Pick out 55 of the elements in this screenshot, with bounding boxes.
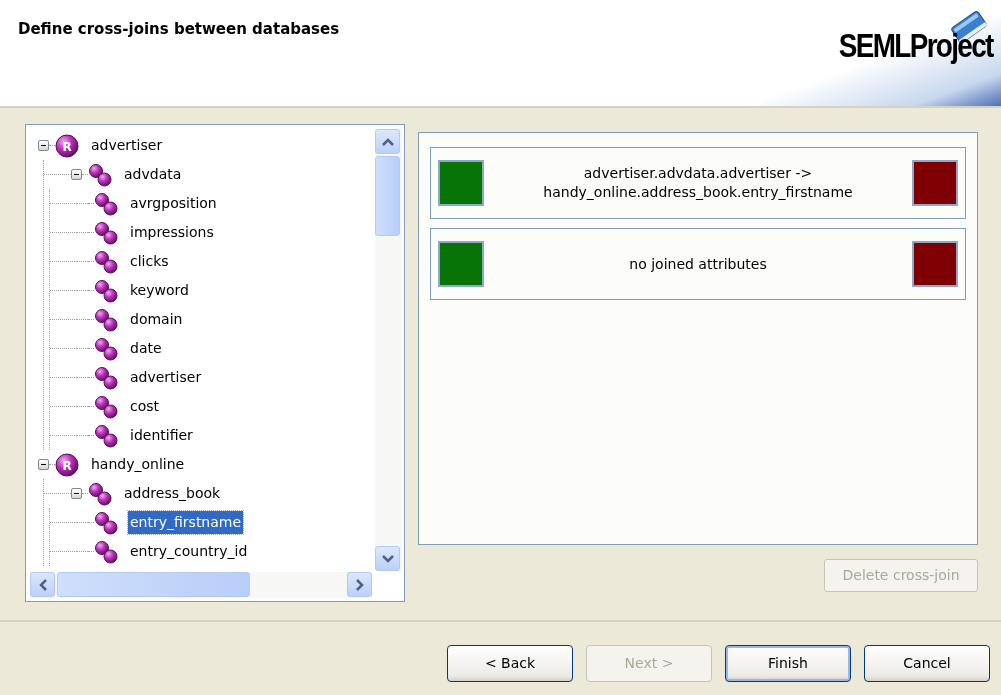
tree-item[interactable]: identifier	[128, 424, 195, 447]
database-icon: R	[55, 452, 79, 477]
scroll-thumb[interactable]	[57, 572, 250, 597]
scroll-thumb[interactable]	[375, 156, 400, 236]
collapse-icon[interactable]	[71, 488, 82, 499]
join-description: no joined attributes	[628, 254, 768, 274]
column-icon	[94, 307, 118, 332]
cross-join-row[interactable]: advertiser.advdata.advertiser -> handy_online.address_book.entry_firstname	[430, 147, 966, 219]
wizard-button[interactable]: Finish	[725, 645, 851, 682]
tree-item[interactable]: handy_online	[89, 453, 187, 476]
scroll-right-icon[interactable]	[347, 572, 372, 597]
tree-item[interactable]: clicks	[128, 250, 171, 273]
table-icon	[88, 481, 112, 506]
column-icon	[94, 336, 118, 361]
target-handle[interactable]	[912, 160, 958, 206]
join-description: advertiser.advdata.advertiser -> handy_online.address_book.entry_firstname	[542, 164, 854, 202]
tree-item[interactable]: impressions	[128, 221, 216, 244]
tree-item[interactable]: date	[128, 337, 164, 360]
logo: SEMLProject	[839, 28, 993, 62]
column-icon	[94, 394, 118, 419]
tree-item[interactable]: cost	[128, 395, 162, 418]
column-icon	[94, 191, 118, 216]
column-icon	[94, 278, 118, 303]
collapse-icon[interactable]	[38, 459, 49, 470]
database-icon: R	[55, 133, 79, 158]
page-title: Define cross-joins between databases	[18, 19, 340, 40]
table-icon	[88, 162, 112, 187]
source-handle[interactable]	[438, 160, 484, 206]
tree-item[interactable]: advdata	[122, 163, 184, 186]
cross-join-row[interactable]: no joined attributes	[430, 228, 966, 300]
column-icon	[94, 220, 118, 245]
scroll-left-icon[interactable]	[30, 572, 55, 597]
column-icon	[94, 423, 118, 448]
horizontal-scrollbar[interactable]	[30, 572, 372, 598]
wizard-button[interactable]: < Back	[447, 645, 573, 682]
wizard-button[interactable]: Cancel	[864, 645, 990, 682]
tree-item[interactable]: address_book	[122, 482, 223, 505]
tree-item[interactable]: keyword	[128, 279, 191, 302]
target-handle[interactable]	[912, 241, 958, 287]
tree-item[interactable]: domain	[128, 308, 185, 331]
scroll-up-icon[interactable]	[375, 129, 400, 154]
tree-item[interactable]: avrgposition	[128, 192, 219, 215]
scroll-down-icon[interactable]	[375, 546, 400, 571]
column-icon	[94, 539, 118, 564]
vertical-scrollbar[interactable]	[375, 129, 402, 571]
tree-item[interactable]: entry_country_id	[128, 540, 250, 563]
collapse-icon[interactable]	[38, 140, 49, 151]
tree-item[interactable]: advertiser	[89, 134, 165, 157]
collapse-icon[interactable]	[71, 169, 82, 180]
tree-item[interactable]: entry_firstname	[128, 511, 244, 534]
column-icon	[94, 365, 118, 390]
column-icon	[94, 510, 118, 535]
tree-item[interactable]: advertiser	[128, 366, 204, 389]
column-icon	[94, 249, 118, 274]
source-handle[interactable]	[438, 241, 484, 287]
